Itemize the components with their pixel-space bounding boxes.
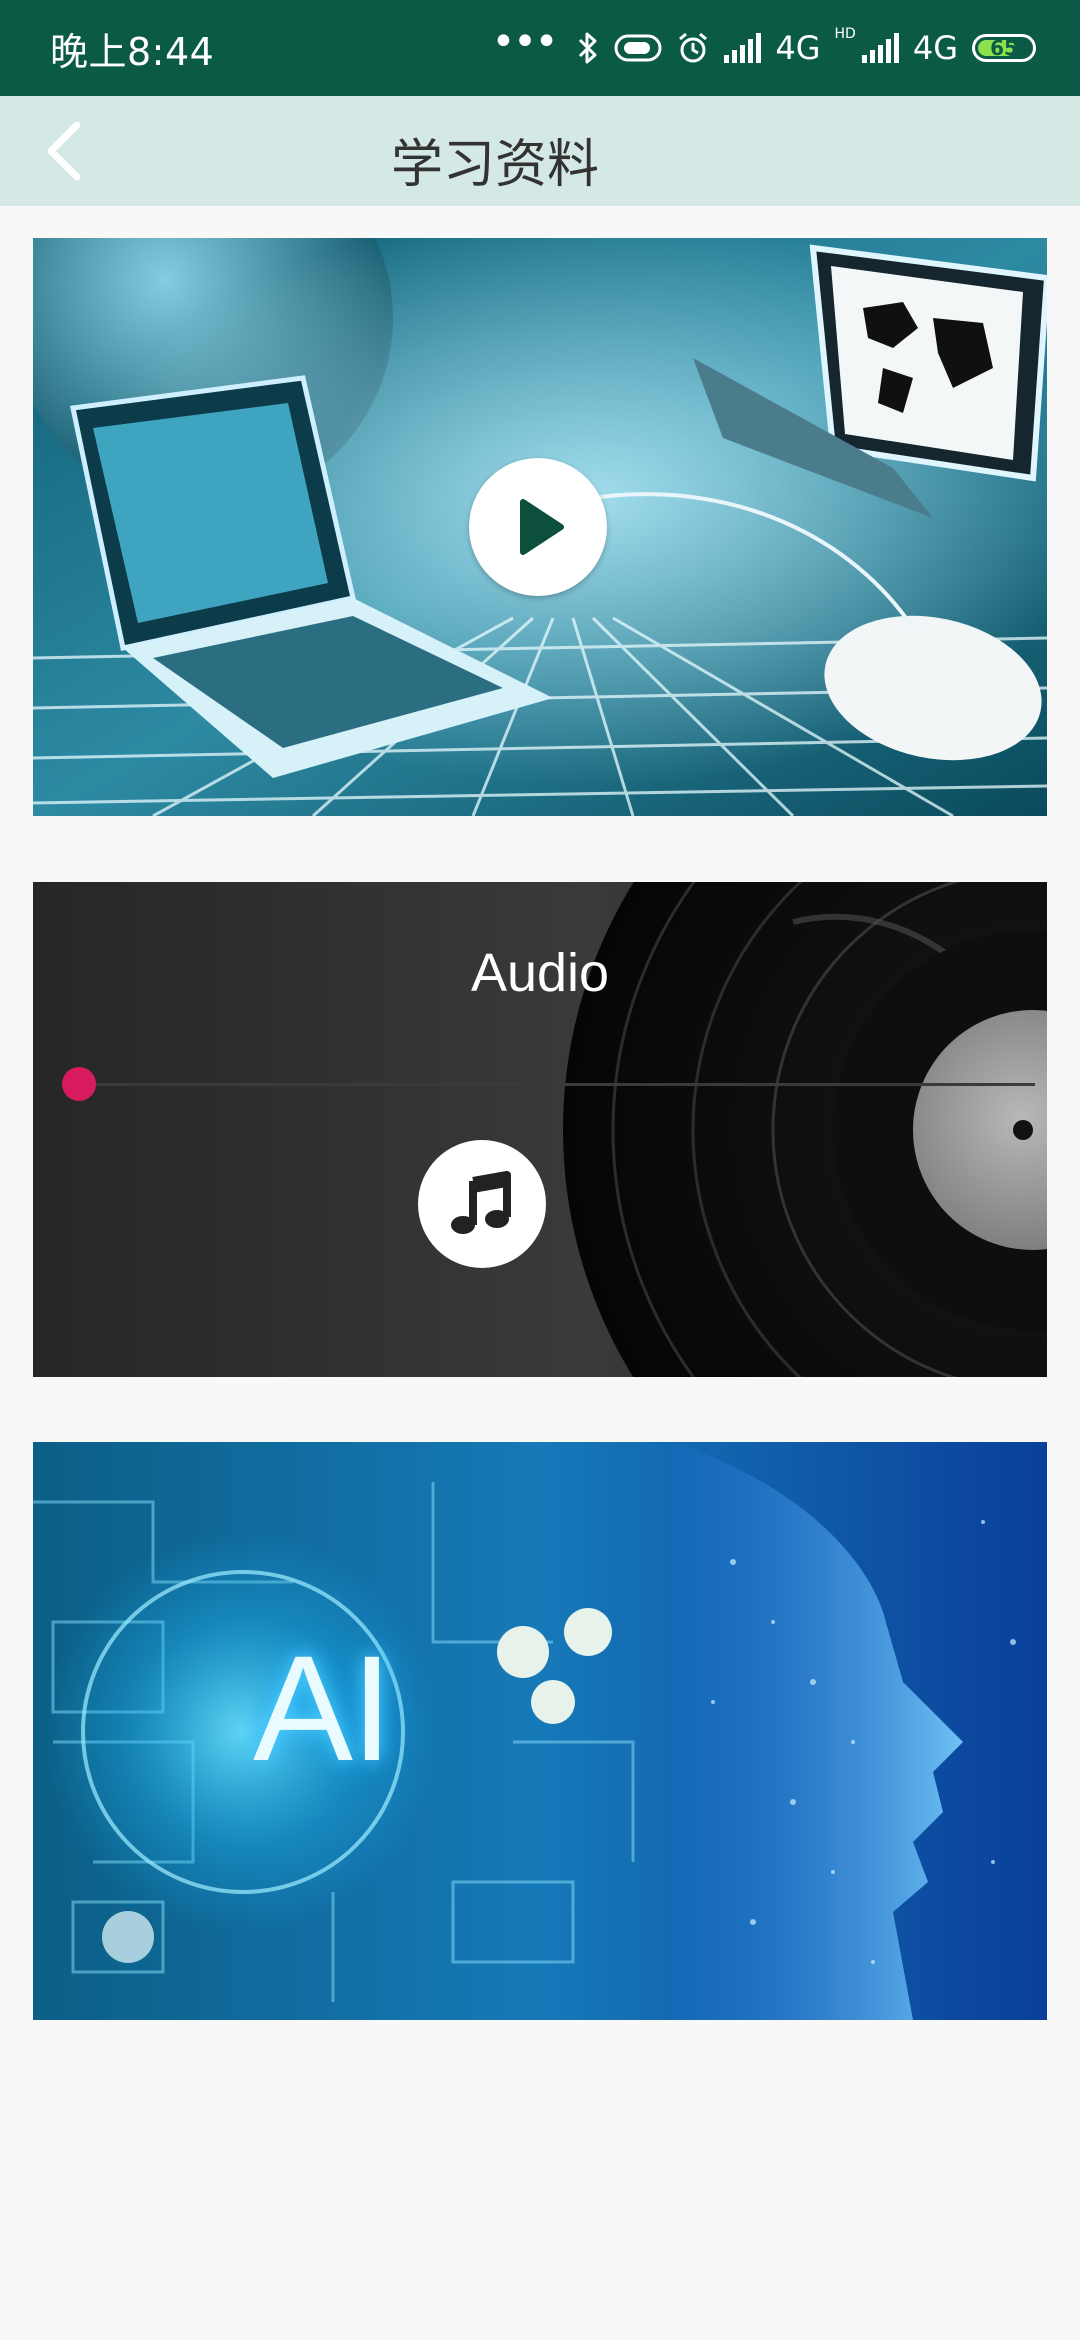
toggle-icon <box>614 34 662 62</box>
bluetooth-icon <box>579 32 597 64</box>
app-bar: 学习资料 <box>0 96 1080 206</box>
video-card[interactable] <box>33 238 1047 816</box>
signal-icon <box>724 33 762 63</box>
play-button[interactable] <box>469 458 607 596</box>
battery-level: 65 <box>990 36 1018 60</box>
signal-icon <box>861 33 899 63</box>
play-icon <box>520 499 564 555</box>
music-button[interactable] <box>418 1140 546 1268</box>
ai-thumbnail-image <box>33 1442 1047 2020</box>
hd-label: HD <box>834 26 856 42</box>
audio-card[interactable]: Audio <box>33 882 1047 1377</box>
alarm-icon <box>679 32 708 63</box>
audio-progress-handle[interactable] <box>62 1067 96 1101</box>
more-notifications-icon: ••• <box>491 19 559 65</box>
status-bar: 晚上8:44 ••• 4G HD 4G 65 <box>0 0 1080 96</box>
status-icons: ••• 4G HD 4G 65 <box>492 19 1036 71</box>
page-title: 学习资料 <box>390 135 599 195</box>
battery-icon: 65 <box>972 34 1036 62</box>
ai-image-text: AI <box>253 1624 393 1792</box>
network-type-label: 4G <box>775 29 821 67</box>
ai-card[interactable]: AI <box>33 1442 1047 2020</box>
audio-title: Audio <box>470 943 610 1003</box>
status-time: 晚上8:44 <box>50 29 215 74</box>
network-type-label: 4G <box>912 29 958 67</box>
audio-progress-track[interactable] <box>79 1083 1035 1086</box>
music-note-icon <box>451 1171 511 1234</box>
